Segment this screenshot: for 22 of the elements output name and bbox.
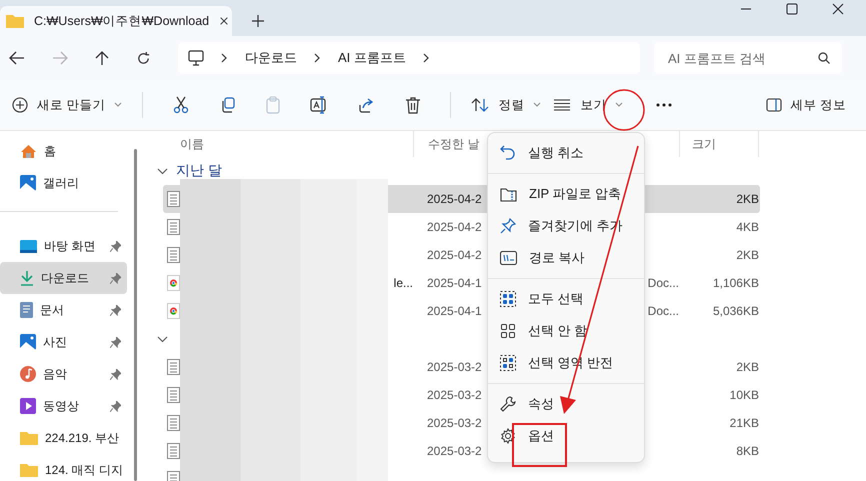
size-cell: 8KB — [736, 444, 759, 458]
date-cell: 2025-03-2 — [427, 416, 482, 430]
date-cell: 2025-04-1 — [427, 276, 482, 290]
date-cell: 2025-03-2 — [427, 444, 482, 458]
date-cell: 2025-03-2 — [427, 388, 482, 402]
size-cell: 4KB — [736, 220, 759, 234]
size-cell: 10KB — [730, 388, 759, 402]
date-cell: 2025-04-2 — [427, 248, 482, 262]
type-cell: Doc... — [648, 276, 679, 290]
size-cell: 1,106KB — [712, 276, 759, 290]
size-cell: 21KB — [730, 416, 759, 430]
date-cell: 2025-04-1 — [427, 304, 482, 318]
date-cell: 2025-04-2 — [427, 192, 482, 206]
size-cell: 2KB — [736, 192, 759, 206]
size-cell: 2KB — [736, 360, 759, 374]
file-name: le... — [394, 276, 413, 290]
tab-title: C:₩Users₩이주현₩Download — [34, 12, 210, 30]
date-cell: 2025-03-2 — [427, 360, 482, 374]
size-cell: 5,036KB — [712, 304, 759, 318]
type-cell: Doc... — [648, 304, 679, 318]
size-cell: 2KB — [736, 248, 759, 262]
date-cell: 2025-04-2 — [427, 220, 482, 234]
